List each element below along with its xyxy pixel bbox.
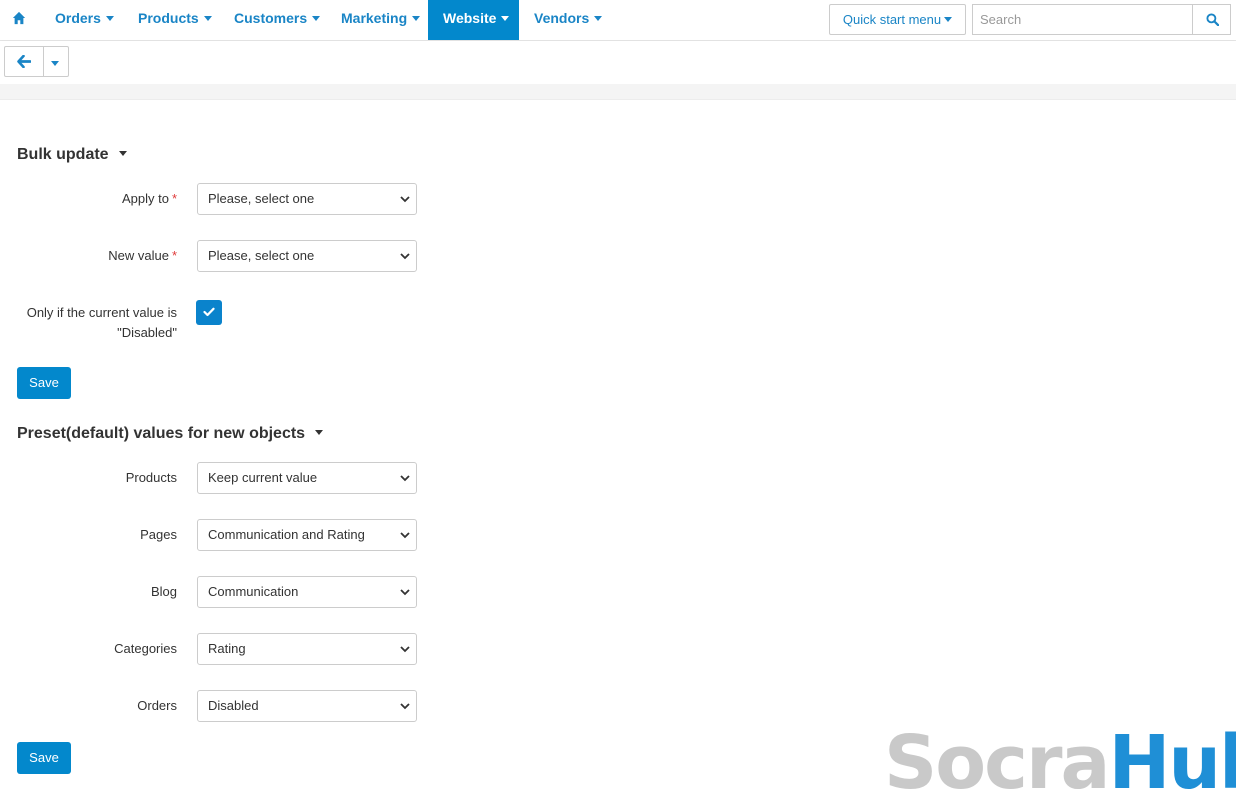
- arrow-left-icon: [17, 55, 31, 68]
- blog-label: Blog: [150, 584, 177, 599]
- nav-products-label: Products: [138, 10, 199, 26]
- blog-value: Communication: [208, 584, 299, 599]
- new-value-value: Please, select one: [208, 248, 315, 263]
- chevron-down-icon: [594, 15, 603, 21]
- quick-start-menu-button[interactable]: Quick start menu: [829, 4, 966, 35]
- orders-value: Disabled: [208, 698, 259, 713]
- categories-value: Rating: [208, 641, 246, 656]
- nav-customers[interactable]: Customers: [234, 0, 321, 40]
- products-label: Products: [125, 470, 177, 485]
- chevron-down-icon: [400, 253, 410, 260]
- required-asterisk: *: [171, 248, 177, 263]
- orders-select[interactable]: Disabled: [197, 690, 417, 722]
- new-value-label: New value *: [108, 248, 177, 263]
- new-value-label-text: New value: [108, 248, 169, 263]
- watermark-part1: Socra: [884, 720, 1110, 798]
- nav-marketing-label: Marketing: [341, 10, 408, 26]
- search-icon: [1206, 13, 1219, 26]
- chevron-down-icon: [400, 589, 410, 596]
- bulk-update-title: Bulk update: [17, 146, 109, 163]
- bulk-update-header[interactable]: Bulk update: [17, 146, 127, 164]
- nav-products[interactable]: Products: [138, 0, 212, 40]
- chevron-down-icon: [312, 15, 321, 21]
- chevron-down-icon: [400, 196, 410, 203]
- nav-orders[interactable]: Orders: [55, 0, 114, 40]
- quick-start-label: Quick start menu: [842, 12, 942, 27]
- nav-website[interactable]: Website: [428, 0, 519, 40]
- watermark-part2: Hub: [1108, 720, 1236, 798]
- only-if-disabled-label: Only if the current value is "Disabled": [26, 305, 177, 340]
- apply-to-value: Please, select one: [208, 191, 315, 206]
- preset-values-header[interactable]: Preset(default) values for new objects: [17, 425, 324, 443]
- chevron-down-icon: [118, 151, 127, 157]
- products-select[interactable]: Keep current value: [197, 462, 417, 494]
- required-asterisk: *: [171, 191, 177, 206]
- back-button[interactable]: [5, 47, 44, 76]
- search-button[interactable]: [1192, 4, 1231, 35]
- bulk-save-button[interactable]: Save: [17, 367, 71, 399]
- top-navigation: Orders Products Customers Marketing Webs…: [0, 0, 1236, 41]
- new-value-select[interactable]: Please, select one: [197, 240, 417, 272]
- nav-vendors-label: Vendors: [534, 10, 590, 26]
- search-input[interactable]: [972, 4, 1193, 35]
- apply-to-label-text: Apply to: [121, 191, 169, 206]
- toolbar-divider: [0, 84, 1236, 100]
- pages-value: Communication and Rating: [208, 527, 365, 542]
- categories-select[interactable]: Rating: [197, 633, 417, 665]
- pages-select[interactable]: Communication and Rating: [197, 519, 417, 551]
- nav-marketing[interactable]: Marketing: [341, 0, 421, 40]
- nav-vendors[interactable]: Vendors: [534, 0, 603, 40]
- chevron-down-icon: [203, 15, 212, 21]
- home-icon[interactable]: [12, 11, 26, 25]
- nav-website-label: Website: [443, 10, 497, 26]
- toolbar: [0, 41, 1236, 84]
- nav-orders-label: Orders: [55, 10, 101, 26]
- nav-customers-label: Customers: [234, 10, 308, 26]
- preset-values-title: Preset(default) values for new objects: [17, 425, 306, 442]
- apply-to-label: Apply to *: [122, 191, 177, 206]
- chevron-down-icon: [400, 475, 410, 482]
- chevron-down-icon: [944, 17, 953, 23]
- chevron-down-icon: [51, 61, 59, 66]
- only-if-disabled-checkbox[interactable]: [196, 300, 222, 325]
- chevron-down-icon: [400, 532, 410, 539]
- orders-label: Orders: [137, 698, 177, 713]
- back-dropdown-toggle[interactable]: [44, 47, 68, 76]
- chevron-down-icon: [315, 430, 324, 436]
- chevron-down-icon: [400, 646, 410, 653]
- socrahub-watermark: SocraHub: [884, 722, 1236, 798]
- chevron-down-icon: [105, 15, 114, 21]
- categories-label: Categories: [114, 641, 177, 656]
- chevron-down-icon: [501, 15, 510, 21]
- checkmark-icon: [203, 307, 215, 317]
- products-value: Keep current value: [208, 470, 318, 485]
- chevron-down-icon: [400, 703, 410, 710]
- chevron-down-icon: [412, 15, 421, 21]
- preset-save-button[interactable]: Save: [17, 742, 71, 774]
- blog-select[interactable]: Communication: [197, 576, 417, 608]
- pages-label: Pages: [140, 527, 177, 542]
- back-button-group: [4, 46, 69, 77]
- apply-to-select[interactable]: Please, select one: [197, 183, 417, 215]
